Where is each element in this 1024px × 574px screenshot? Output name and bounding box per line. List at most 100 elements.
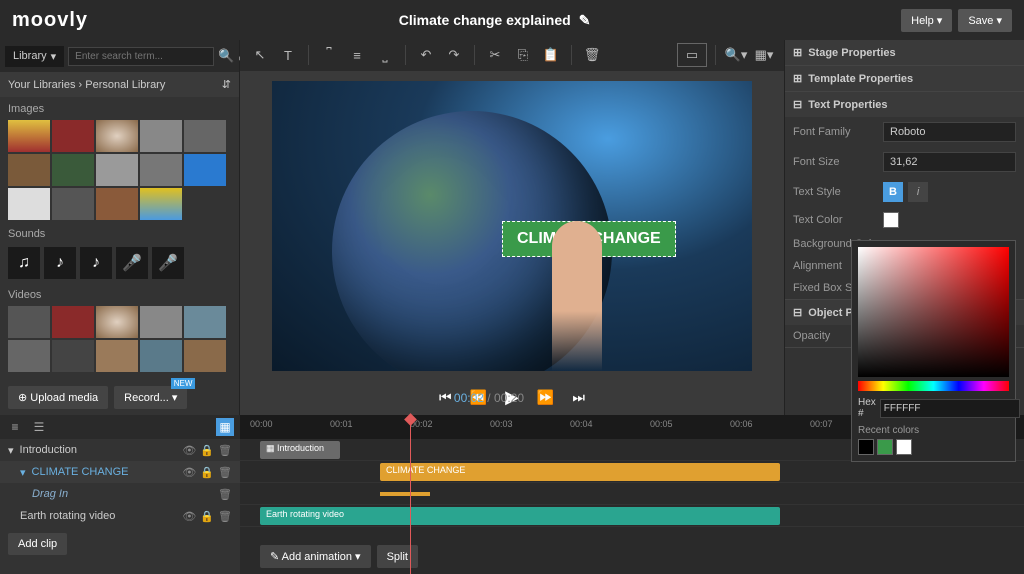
grid-dropdown[interactable]: ▦▾	[752, 43, 776, 67]
sound-tile[interactable]: 🎤	[152, 247, 184, 279]
video-thumb[interactable]	[52, 340, 94, 372]
video-thumb[interactable]	[140, 306, 182, 338]
stage-props-header[interactable]: ⊞Stage Properties	[785, 40, 1024, 65]
video-thumb[interactable]	[140, 340, 182, 372]
stage-canvas[interactable]: CLIMATE CHANGE	[272, 81, 752, 371]
image-thumb[interactable]	[8, 120, 50, 152]
image-thumb[interactable]	[96, 188, 138, 220]
image-thumb[interactable]	[184, 154, 226, 186]
edit-title-icon[interactable]: ✎	[579, 12, 591, 29]
hex-input[interactable]	[880, 399, 1020, 418]
sound-tile[interactable]: ♪	[80, 247, 112, 279]
layer-climate-change[interactable]: ▾ CLIMATE CHANGE 👁🔒🗑	[0, 461, 240, 483]
add-animation-button[interactable]: ✎ Add animation ▾	[260, 545, 371, 568]
video-thumb[interactable]	[96, 306, 138, 338]
recent-color-swatch[interactable]	[877, 439, 893, 455]
playhead[interactable]	[410, 415, 411, 574]
layer-drag-in[interactable]: Drag In 🗑	[0, 483, 240, 505]
copy-icon[interactable]: ⎘	[511, 43, 535, 67]
upload-media-button[interactable]: ⊕ Upload media	[8, 386, 108, 409]
visibility-icon[interactable]: 👁	[182, 466, 196, 479]
skip-end-icon[interactable]: ⏭	[572, 389, 585, 406]
undo-icon[interactable]: ↶	[414, 43, 438, 67]
color-picker-area[interactable]	[858, 247, 1009, 377]
font-size-label: Font Size	[793, 156, 883, 168]
timeline-menu-icon[interactable]: ≡	[6, 418, 24, 436]
video-thumb[interactable]	[52, 306, 94, 338]
align-top-icon[interactable]: ⎴	[317, 43, 341, 67]
visibility-icon[interactable]: 👁	[182, 444, 196, 457]
pointer-tool-icon[interactable]: ↖	[248, 43, 272, 67]
lock-icon[interactable]: 🔒	[200, 444, 214, 457]
clip-introduction[interactable]: ▦ Introduction	[260, 441, 340, 459]
recent-color-swatch[interactable]	[896, 439, 912, 455]
text-tool-icon[interactable]: T	[276, 43, 300, 67]
image-thumb[interactable]	[140, 188, 182, 220]
align-bottom-icon[interactable]: ⎵	[373, 43, 397, 67]
search-input[interactable]	[68, 47, 214, 66]
text-props-header[interactable]: ⊟Text Properties	[785, 92, 1024, 117]
video-thumb[interactable]	[8, 306, 50, 338]
subtitle-icon[interactable]: ▭	[677, 43, 707, 67]
timeline-list-icon[interactable]: ☰	[30, 418, 48, 436]
visibility-icon[interactable]: 👁	[182, 510, 196, 523]
trash-icon[interactable]: 🗑	[218, 444, 232, 457]
trash-icon[interactable]: 🗑	[218, 510, 232, 523]
clip-earth-video[interactable]: Earth rotating video	[260, 507, 780, 525]
font-size-input[interactable]	[883, 152, 1016, 172]
delete-icon[interactable]: 🗑	[580, 43, 604, 67]
sounds-label: Sounds	[0, 222, 239, 243]
search-icon[interactable]: 🔍	[218, 45, 234, 67]
library-button[interactable]: Library ▾	[5, 46, 64, 67]
layer-introduction[interactable]: ▾ Introduction 👁🔒🗑	[0, 439, 240, 461]
sound-tile[interactable]: ♪	[44, 247, 76, 279]
lock-icon[interactable]: 🔒	[200, 510, 214, 523]
clip-climate-change[interactable]: CLIMATE CHANGE	[380, 463, 780, 481]
italic-button[interactable]: i	[908, 182, 928, 202]
image-thumb[interactable]	[184, 120, 226, 152]
timeline-view-icon[interactable]: ▦	[216, 418, 234, 436]
sound-tile[interactable]: ♫	[8, 247, 40, 279]
zoom-dropdown[interactable]: 🔍▾	[724, 43, 748, 67]
image-thumb[interactable]	[96, 120, 138, 152]
trash-icon[interactable]: 🗑	[218, 466, 232, 479]
stage-toolbar: ↖ T ⎴ ≡ ⎵ ↶ ↷ ✂ ⎘ 📋 🗑 ▭ 🔍▾ ▦▾	[240, 40, 784, 71]
hand-graphic	[552, 221, 602, 371]
layer-earth-video[interactable]: Earth rotating video 👁🔒🗑	[0, 505, 240, 527]
image-thumb[interactable]	[140, 154, 182, 186]
text-color-swatch[interactable]	[883, 212, 899, 228]
bold-button[interactable]: B	[883, 182, 903, 202]
image-thumb[interactable]	[52, 120, 94, 152]
video-thumb[interactable]	[8, 340, 50, 372]
template-props-header[interactable]: ⊞Template Properties	[785, 66, 1024, 91]
image-thumb[interactable]	[140, 120, 182, 152]
project-title: Climate change explained	[399, 12, 571, 28]
video-thumb[interactable]	[96, 340, 138, 372]
redo-icon[interactable]: ↷	[442, 43, 466, 67]
hue-slider[interactable]	[858, 381, 1009, 391]
image-thumb[interactable]	[52, 188, 94, 220]
image-thumb[interactable]	[52, 154, 94, 186]
add-clip-button[interactable]: Add clip	[8, 533, 67, 555]
lock-icon[interactable]: 🔒	[200, 466, 214, 479]
paste-icon[interactable]: 📋	[539, 43, 563, 67]
save-button[interactable]: Save ▾	[958, 9, 1012, 32]
trash-icon[interactable]: 🗑	[218, 488, 232, 501]
image-thumb[interactable]	[96, 154, 138, 186]
video-thumb[interactable]	[184, 306, 226, 338]
forward-icon[interactable]: ⏩	[537, 389, 554, 406]
recent-color-swatch[interactable]	[858, 439, 874, 455]
split-button[interactable]: Split	[377, 545, 418, 568]
font-family-select[interactable]	[883, 122, 1016, 142]
skip-start-icon[interactable]: ⏮	[439, 389, 452, 406]
image-thumb[interactable]	[8, 188, 50, 220]
animation-segment[interactable]	[380, 492, 430, 496]
align-middle-icon[interactable]: ≡	[345, 43, 369, 67]
image-thumb[interactable]	[8, 154, 50, 186]
sound-tile[interactable]: 🎤	[116, 247, 148, 279]
cut-icon[interactable]: ✂	[483, 43, 507, 67]
video-thumb[interactable]	[184, 340, 226, 372]
record-button[interactable]: Record... ▾ NEW	[114, 386, 187, 409]
breadcrumb[interactable]: Your Libraries › Personal Library ⇵	[0, 72, 239, 97]
help-button[interactable]: Help ▾	[901, 9, 952, 32]
